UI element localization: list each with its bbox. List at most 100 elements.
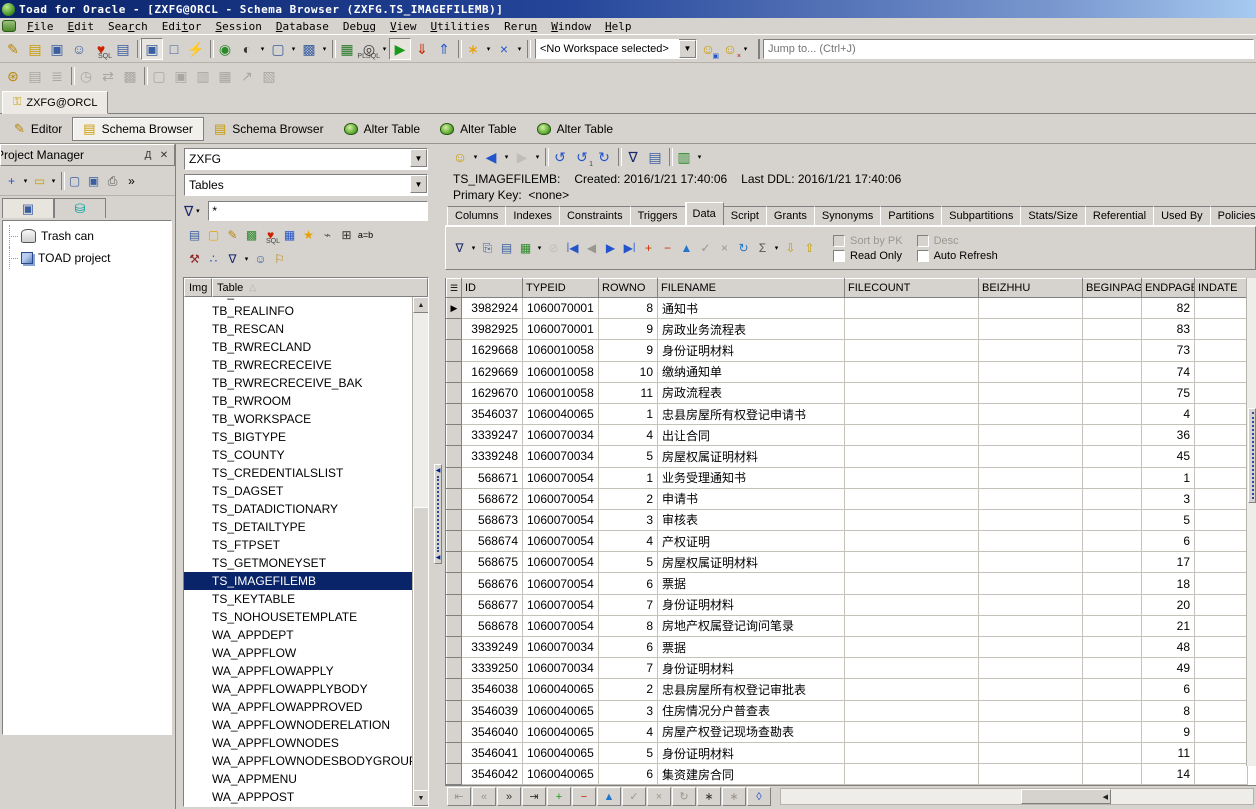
refresh-object-icon[interactable]: ↺ <box>549 146 571 168</box>
add-dropdown-icon[interactable]: ▾ <box>21 170 30 192</box>
filter-icon[interactable]: ∇ <box>622 146 644 168</box>
table-list-item[interactable]: TS_NOHOUSETEMPLATE <box>184 608 412 626</box>
filter-dropdown-icon[interactable]: ▾ <box>242 248 251 270</box>
new-object-icon[interactable]: ▢ <box>204 226 223 245</box>
cell-typeid[interactable]: 1060040065 <box>523 764 599 785</box>
cell-filename[interactable]: 身份证明材料 <box>658 340 845 361</box>
menu-view[interactable]: View <box>383 19 424 34</box>
cell-id[interactable]: 3546042 <box>462 764 523 785</box>
schema-browser-icon[interactable]: ▤ <box>24 38 46 60</box>
cell-rowno[interactable]: 5 <box>599 742 658 763</box>
detail-tab-subpartitions[interactable]: Subpartitions <box>941 206 1021 225</box>
script-icon[interactable]: ✎ <box>223 226 242 245</box>
jump-to-input[interactable] <box>763 39 1254 59</box>
cell-endpage[interactable]: 8 <box>1142 700 1195 721</box>
filter-dropdown-icon[interactable]: ▾ <box>193 200 202 222</box>
grid-column-beginpage[interactable]: BEGINPAGE <box>1083 279 1142 298</box>
grid-row[interactable]: 398292510600700019房政业务流程表83 <box>447 319 1248 340</box>
pin-icon[interactable]: Д <box>140 148 156 163</box>
nav-next-icon[interactable]: » <box>497 787 521 806</box>
cell-id[interactable]: 568675 <box>462 552 523 573</box>
cell-indate[interactable] <box>1195 467 1248 488</box>
row-selector[interactable] <box>447 658 462 679</box>
session-browser-icon[interactable]: ☺ <box>68 38 90 60</box>
favorites-add-icon[interactable]: ∗ <box>462 38 484 60</box>
cell-beginpage[interactable] <box>1083 658 1142 679</box>
close-icon[interactable]: ✕ <box>156 148 172 163</box>
options-save-icon[interactable]: ⊛ <box>2 65 24 87</box>
row-selector[interactable] <box>447 615 462 636</box>
cell-typeid[interactable]: 1060010058 <box>523 340 599 361</box>
cell-beizhhu[interactable] <box>979 425 1083 446</box>
calc-sum-icon[interactable]: Σ <box>753 239 772 258</box>
cell-endpage[interactable]: 82 <box>1142 298 1195 319</box>
cell-rowno[interactable]: 1 <box>599 403 658 424</box>
row-selector[interactable] <box>447 573 462 594</box>
describe-icon[interactable]: ▤ <box>185 226 204 245</box>
cell-filename[interactable]: 缴纳通知单 <box>658 361 845 382</box>
cell-filename[interactable]: 申请书 <box>658 488 845 509</box>
cell-beizhhu[interactable] <box>979 531 1083 552</box>
checkbox-read-only[interactable]: Read Only <box>833 250 903 262</box>
cell-filecount[interactable] <box>845 340 979 361</box>
table-list-item[interactable]: TB_RESCAN <box>184 320 412 338</box>
row-selector[interactable] <box>447 531 462 552</box>
grid-row[interactable]: 1629670106001005811房政流程表75 <box>447 382 1248 403</box>
cell-indate[interactable] <box>1195 298 1248 319</box>
cell-indate[interactable] <box>1195 679 1248 700</box>
cell-id[interactable]: 1629668 <box>462 340 523 361</box>
cell-indate[interactable] <box>1195 700 1248 721</box>
cell-id[interactable]: 3546039 <box>462 700 523 721</box>
detail-tab-constraints[interactable]: Constraints <box>559 206 631 225</box>
check-out-icon[interactable]: ⇑ <box>433 38 455 60</box>
table-list-item[interactable]: WA_APPFLOWNODERELATION <box>184 716 412 734</box>
cell-id[interactable]: 3546037 <box>462 403 523 424</box>
menu-debug[interactable]: Debug <box>336 19 383 34</box>
cell-typeid[interactable]: 1060040065 <box>523 679 599 700</box>
cell-filecount[interactable] <box>845 700 979 721</box>
favorites-remove-icon[interactable]: × <box>493 38 515 60</box>
cell-endpage[interactable]: 73 <box>1142 340 1195 361</box>
row-selector[interactable] <box>447 446 462 467</box>
grid-row[interactable]: 354603910600400653住房情况分户普查表8 <box>447 700 1248 721</box>
cell-beizhhu[interactable] <box>979 361 1083 382</box>
cell-beizhhu[interactable] <box>979 467 1083 488</box>
back-icon[interactable]: ◀ <box>480 146 502 168</box>
open-folder-dropdown-icon[interactable]: ▾ <box>49 170 58 192</box>
nav-refresh-icon[interactable]: ↻ <box>672 787 696 806</box>
cell-beginpage[interactable] <box>1083 679 1142 700</box>
cell-beginpage[interactable] <box>1083 403 1142 424</box>
open-folder-icon[interactable]: ▭ <box>30 171 49 190</box>
filter-dropdown-icon[interactable]: ▾ <box>469 237 478 259</box>
nav-prior-icon[interactable]: « <box>472 787 496 806</box>
grid-column-endpage[interactable]: ENDPAGE <box>1142 279 1195 298</box>
form-view-icon[interactable]: ▤ <box>497 239 516 258</box>
cell-filename[interactable]: 通知书 <box>658 298 845 319</box>
cell-beizhhu[interactable] <box>979 594 1083 615</box>
cell-id[interactable]: 3339248 <box>462 446 523 467</box>
cell-typeid[interactable]: 1060070034 <box>523 637 599 658</box>
execute-icon[interactable]: ▶ <box>389 38 411 60</box>
favorites-add-dropdown-icon[interactable]: ▾ <box>484 38 493 60</box>
nav-filter-data-icon[interactable]: ◊ <box>747 787 771 806</box>
cell-endpage[interactable]: 49 <box>1142 658 1195 679</box>
cell-id[interactable]: 3546038 <box>462 679 523 700</box>
post-edit-icon[interactable]: ✓ <box>696 239 715 258</box>
cell-rowno[interactable]: 11 <box>599 382 658 403</box>
favorites-remove-dropdown-icon[interactable]: ▾ <box>515 38 524 60</box>
workspace-combobox[interactable]: <No Workspace selected> ▼ <box>535 39 697 59</box>
cell-rowno[interactable]: 5 <box>599 552 658 573</box>
cell-typeid[interactable]: 1060070054 <box>523 531 599 552</box>
cell-filecount[interactable] <box>845 658 979 679</box>
cell-beginpage[interactable] <box>1083 594 1142 615</box>
menu-utilities[interactable]: Utilities <box>423 19 497 34</box>
cell-endpage[interactable]: 14 <box>1142 764 1195 785</box>
menu-rerun[interactable]: Rerun <box>497 19 544 34</box>
checkbox-auto-refresh[interactable]: Auto Refresh <box>917 250 998 262</box>
grid-row[interactable]: 162966810600100589身份证明材料73 <box>447 340 1248 361</box>
detail-tab-used-by[interactable]: Used By <box>1153 206 1211 225</box>
cell-endpage[interactable]: 4 <box>1142 403 1195 424</box>
grid-row[interactable]: 56867510600700545房屋权属证明材料17 <box>447 552 1248 573</box>
detail-tab-stats-size[interactable]: Stats/Size <box>1020 206 1086 225</box>
workspace-more-icon[interactable]: ▾ <box>741 38 750 60</box>
